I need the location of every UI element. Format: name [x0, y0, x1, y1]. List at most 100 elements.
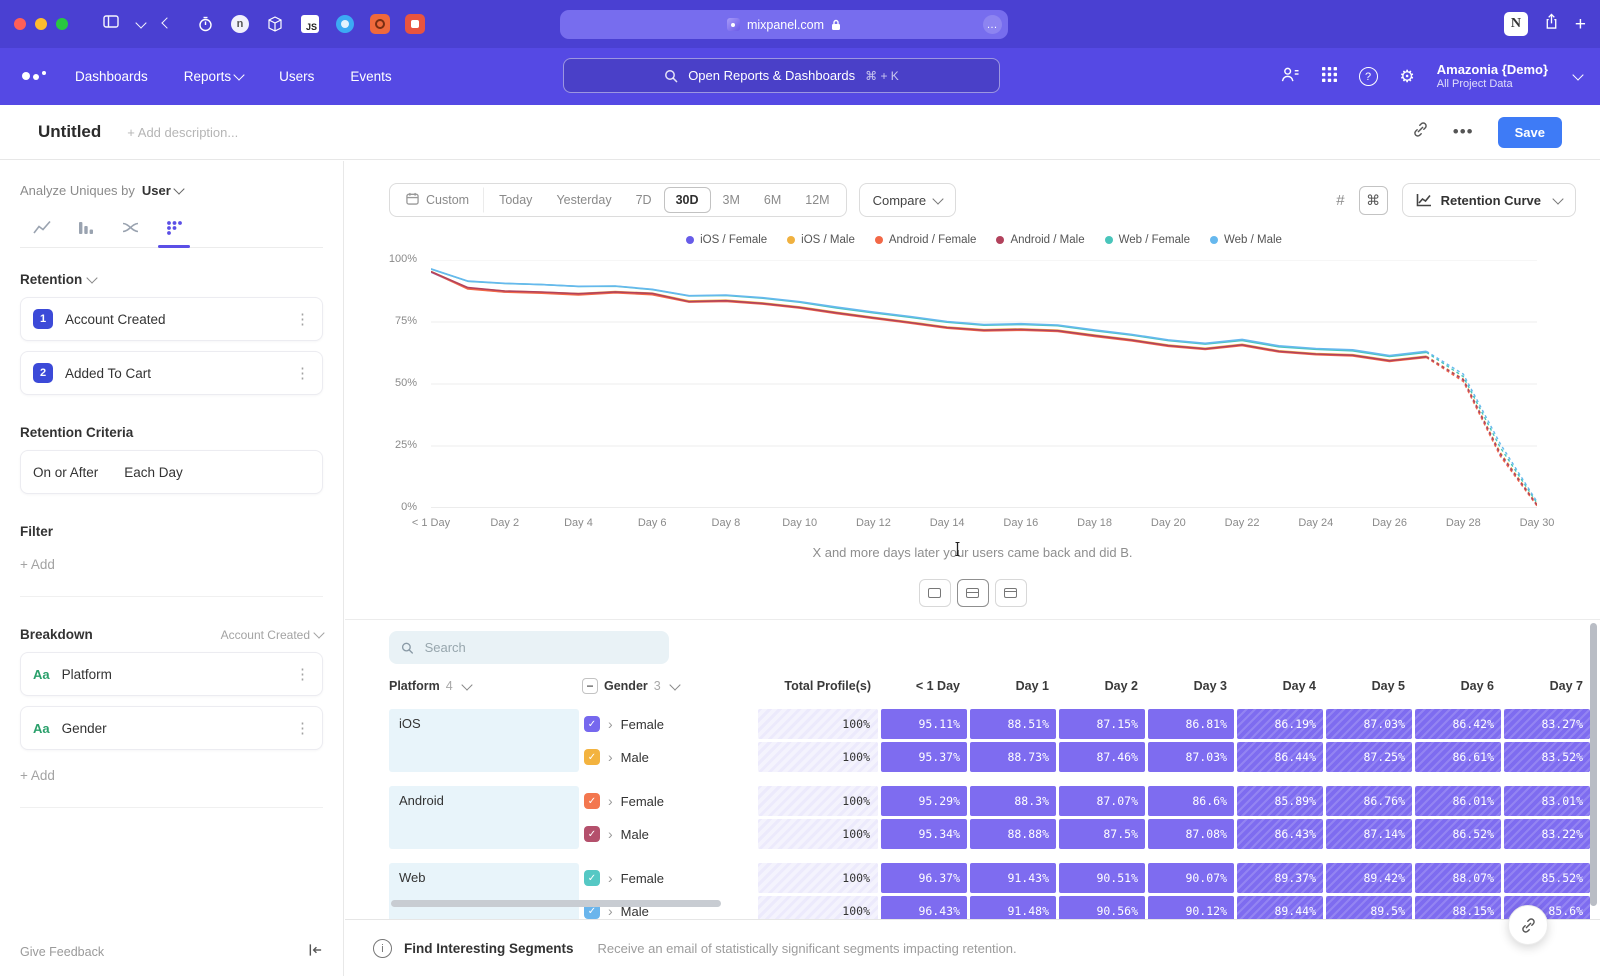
expand-row-icon[interactable]: ›: [608, 793, 613, 809]
retention-criteria-card[interactable]: On or After Each Day: [20, 450, 323, 494]
breakdown-item[interactable]: AaPlatform⋮: [20, 652, 323, 696]
breakdown-context-dropdown[interactable]: Account Created: [221, 628, 323, 642]
table-search-input[interactable]: [423, 639, 657, 656]
settings-gear-icon[interactable]: ⚙: [1400, 68, 1415, 85]
total-profiles-cell: 100%: [758, 742, 878, 772]
nav-item-reports[interactable]: Reports: [184, 69, 243, 84]
add-description-placeholder[interactable]: + Add description...: [127, 125, 238, 140]
tab-retention[interactable]: [152, 213, 196, 247]
gender-column-header[interactable]: −Gender3: [582, 678, 755, 694]
range-7d[interactable]: 7D: [624, 187, 664, 213]
nav-item-events[interactable]: Events: [350, 69, 391, 84]
notion-icon[interactable]: N: [1504, 12, 1528, 36]
range-yesterday[interactable]: Yesterday: [544, 187, 623, 213]
legend-item[interactable]: Android / Female: [875, 234, 977, 246]
chevron-down-icon[interactable]: [135, 17, 146, 28]
window-zoom-button[interactable]: [56, 18, 68, 30]
legend-item[interactable]: iOS / Male: [787, 234, 855, 246]
retention-section-title[interactable]: Retention: [20, 272, 323, 287]
total-profiles-cell: 100%: [758, 786, 878, 816]
add-breakdown-button[interactable]: + Add: [20, 768, 323, 808]
platform-column-header[interactable]: Platform4: [389, 679, 579, 693]
table-search[interactable]: [389, 631, 669, 664]
criteria-interval[interactable]: Each Day: [124, 465, 183, 480]
range-custom[interactable]: Custom: [394, 187, 484, 213]
expand-row-icon[interactable]: ›: [608, 749, 613, 765]
criteria-condition[interactable]: On or After: [33, 465, 98, 480]
legend-item[interactable]: Web / Male: [1210, 234, 1282, 246]
orange-extension-icon[interactable]: [369, 13, 391, 35]
add-filter-button[interactable]: + Add: [20, 557, 323, 597]
address-bar[interactable]: mixpanel.com …: [560, 10, 1008, 39]
vertical-scrollbar[interactable]: [1590, 623, 1597, 906]
legend-item[interactable]: iOS / Female: [686, 234, 767, 246]
give-feedback-link[interactable]: Give Feedback: [20, 945, 104, 959]
global-search[interactable]: Open Reports & Dashboards ⌘ + K: [563, 58, 1000, 93]
gender-checkbox[interactable]: ✓: [584, 716, 600, 732]
legend-item[interactable]: Web / Female: [1105, 234, 1190, 246]
gender-checkbox[interactable]: ✓: [584, 870, 600, 886]
more-actions-icon[interactable]: •••: [1453, 122, 1474, 142]
link-icon: [1520, 917, 1537, 934]
breakdown-menu-icon[interactable]: ⋮: [295, 665, 310, 683]
window-minimize-button[interactable]: [35, 18, 47, 30]
gender-checkbox[interactable]: ✓: [584, 749, 600, 765]
step-menu-icon[interactable]: ⋮: [295, 310, 310, 328]
retention-step[interactable]: 1Account Created⋮: [20, 297, 323, 341]
save-button[interactable]: Save: [1498, 117, 1562, 148]
timer-extension-icon[interactable]: [194, 13, 216, 35]
hash-display-toggle[interactable]: #: [1336, 192, 1344, 209]
command-display-toggle[interactable]: ⌘: [1359, 186, 1388, 215]
mixpanel-logo[interactable]: [22, 71, 46, 80]
nav-item-dashboards[interactable]: Dashboards: [75, 69, 148, 84]
red-extension-icon[interactable]: [404, 13, 426, 35]
legend-item[interactable]: Android / Male: [996, 234, 1084, 246]
split-view-button[interactable]: [957, 579, 989, 607]
blue-extension-icon[interactable]: [334, 13, 356, 35]
compare-button[interactable]: Compare: [859, 183, 956, 217]
find-segments-title[interactable]: Find Interesting Segments: [404, 941, 574, 956]
retention-step[interactable]: 2Added To Cart⋮: [20, 351, 323, 395]
chart-type-dropdown[interactable]: Retention Curve: [1402, 183, 1576, 217]
back-icon[interactable]: [161, 17, 172, 28]
gender-checkbox[interactable]: ✓: [584, 826, 600, 842]
range-6m[interactable]: 6M: [752, 187, 793, 213]
breakdown-menu-icon[interactable]: ⋮: [295, 719, 310, 737]
step-menu-icon[interactable]: ⋮: [295, 364, 310, 382]
js-extension-icon[interactable]: JS: [299, 13, 321, 35]
range-12m[interactable]: 12M: [793, 187, 841, 213]
range-today[interactable]: Today: [487, 187, 544, 213]
gender-checkbox[interactable]: ✓: [584, 793, 600, 809]
share-link-button[interactable]: [1508, 905, 1548, 945]
window-close-button[interactable]: [14, 18, 26, 30]
breakdown-item[interactable]: AaGender⋮: [20, 706, 323, 750]
help-icon[interactable]: ?: [1359, 67, 1378, 86]
day-column-header: < 1 Day: [881, 679, 967, 693]
chart-only-view-button[interactable]: [919, 579, 951, 607]
tab-flows[interactable]: [108, 213, 152, 247]
gender-select-all-checkbox[interactable]: −: [582, 678, 598, 694]
cube-extension-icon[interactable]: [264, 13, 286, 35]
new-tab-icon[interactable]: +: [1575, 15, 1586, 34]
expand-row-icon[interactable]: ›: [608, 716, 613, 732]
table-only-view-button[interactable]: [995, 579, 1027, 607]
project-switcher[interactable]: Amazonia {Demo} All Project Data: [1437, 62, 1548, 92]
analyze-entity-dropdown[interactable]: User: [142, 183, 183, 198]
copy-link-icon[interactable]: [1412, 121, 1429, 143]
report-title[interactable]: Untitled: [38, 122, 101, 142]
apps-grid-icon[interactable]: [1322, 67, 1337, 87]
collapse-sidebar-icon[interactable]: [308, 943, 323, 960]
n-extension-icon[interactable]: n: [229, 13, 251, 35]
horizontal-scrollbar[interactable]: [391, 900, 721, 907]
share-icon[interactable]: [1544, 13, 1559, 35]
sidebar-toggle-icon[interactable]: [103, 15, 119, 33]
tab-funnels[interactable]: [64, 213, 108, 247]
nav-item-users[interactable]: Users: [279, 69, 314, 84]
range-30d[interactable]: 30D: [664, 187, 711, 213]
data-governance-icon[interactable]: [1281, 66, 1300, 88]
extensions-more-icon[interactable]: …: [983, 15, 1002, 34]
range-3m[interactable]: 3M: [711, 187, 752, 213]
expand-row-icon[interactable]: ›: [608, 870, 613, 886]
tab-insights[interactable]: [20, 213, 64, 247]
expand-row-icon[interactable]: ›: [608, 826, 613, 842]
